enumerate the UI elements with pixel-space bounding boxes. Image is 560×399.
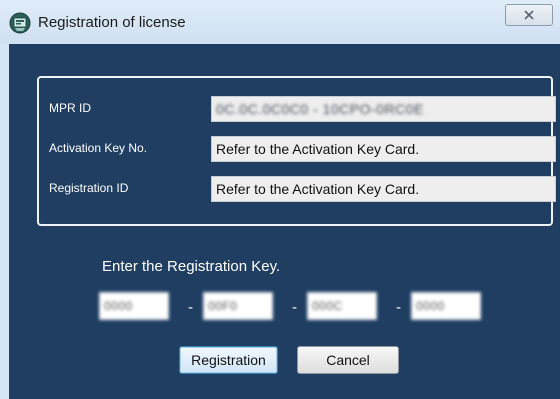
mpr-id-label: MPR ID: [49, 101, 91, 115]
registration-id-label: Registration ID: [49, 181, 129, 195]
registration-key-input-3[interactable]: 000C: [307, 292, 377, 320]
window-title: Registration of license: [38, 14, 186, 31]
registration-key-prompt: Enter the Registration Key.: [102, 258, 281, 275]
dialog-body: MPR ID 0C.0C.0C0C0 - 10CPO-0RC0E Activat…: [9, 44, 560, 399]
mpr-id-value: 0C.0C.0C0C0 - 10CPO-0RC0E: [216, 101, 424, 117]
activation-key-field: Refer to the Activation Key Card.: [211, 136, 556, 162]
mpr-id-field: 0C.0C.0C0C0 - 10CPO-0RC0E: [211, 96, 556, 122]
cancel-button[interactable]: Cancel: [297, 346, 399, 374]
registration-dialog: Registration of license MPR ID 0C.0C.0C0…: [0, 0, 560, 399]
close-icon: [524, 10, 534, 20]
key-separator: -: [188, 299, 193, 316]
registration-button[interactable]: Registration: [179, 346, 278, 374]
registration-key-input-2[interactable]: 00F0: [203, 292, 273, 320]
activation-key-label: Activation Key No.: [49, 141, 148, 155]
key-separator: -: [292, 299, 297, 316]
registration-id-field: Refer to the Activation Key Card.: [211, 176, 556, 202]
close-button[interactable]: [505, 4, 553, 26]
title-bar: Registration of license: [0, 0, 560, 44]
registration-key-input-4[interactable]: 0000: [411, 292, 481, 320]
license-app-icon: [9, 12, 31, 34]
license-info-panel: MPR ID 0C.0C.0C0C0 - 10CPO-0RC0E Activat…: [37, 76, 556, 226]
key-separator: -: [396, 299, 401, 316]
registration-key-input-1[interactable]: 0000: [99, 292, 169, 320]
